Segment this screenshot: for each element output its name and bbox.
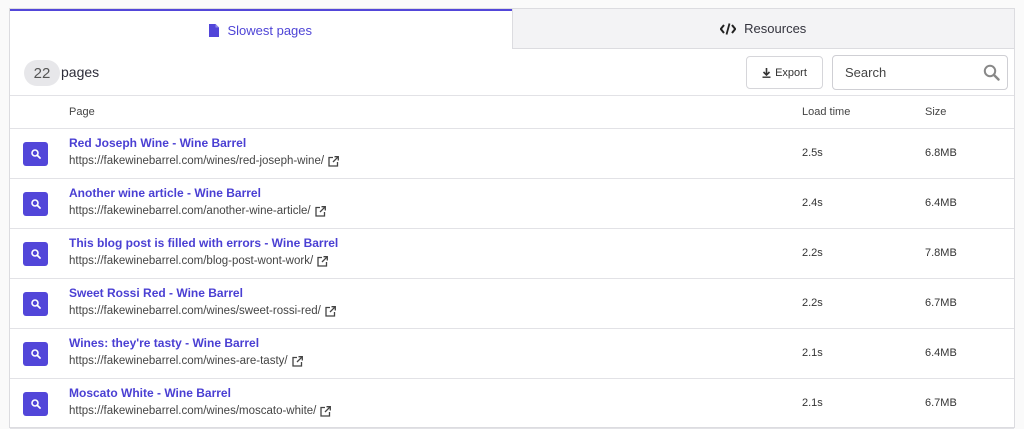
download-icon xyxy=(762,67,771,78)
page-url: https://fakewinebarrel.com/wines/sweet-r… xyxy=(69,305,336,317)
page-url-text: https://fakewinebarrel.com/another-wine-… xyxy=(69,205,311,217)
size-cell: 6.4MB xyxy=(925,347,957,359)
page-url-text: https://fakewinebarrel.com/blog-post-won… xyxy=(69,255,314,267)
tab-label: Slowest pages xyxy=(227,22,313,38)
tab-bar: Slowest pages Resources xyxy=(10,9,1014,49)
external-link-icon[interactable] xyxy=(328,155,339,167)
load-time-cell: 2.2s xyxy=(802,297,823,309)
page-url-text: https://fakewinebarrel.com/wines-are-tas… xyxy=(69,355,288,367)
search-icon xyxy=(30,399,41,409)
table-row: Another wine article - Wine Barrel https… xyxy=(10,179,1014,229)
page-url: https://fakewinebarrel.com/blog-post-won… xyxy=(69,255,329,267)
load-time-cell: 2.2s xyxy=(802,247,823,259)
column-header-page: Page xyxy=(69,106,95,118)
export-label: Export xyxy=(775,66,807,79)
document-icon xyxy=(209,23,220,37)
external-link-icon[interactable] xyxy=(291,355,303,367)
page-url-text: https://fakewinebarrel.com/wines/red-jos… xyxy=(69,155,325,167)
page-title-link[interactable]: This blog post is filled with errors - W… xyxy=(69,236,338,250)
page-title-link[interactable]: Moscato White - Wine Barrel xyxy=(69,386,231,400)
page-url: https://fakewinebarrel.com/wines/moscato… xyxy=(69,405,332,417)
search-icon xyxy=(30,149,41,159)
inspect-button[interactable] xyxy=(23,242,48,266)
load-time-cell: 2.4s xyxy=(802,197,823,209)
page-title-link[interactable]: Another wine article - Wine Barrel xyxy=(69,186,261,200)
page-url: https://fakewinebarrel.com/wines-are-tas… xyxy=(69,355,303,367)
external-link-icon[interactable] xyxy=(317,255,329,267)
inspect-button[interactable] xyxy=(23,392,48,416)
search-input[interactable] xyxy=(833,56,985,89)
search-box xyxy=(832,55,1008,90)
page-url-text: https://fakewinebarrel.com/wines/sweet-r… xyxy=(69,305,321,317)
export-button[interactable]: Export xyxy=(746,56,823,89)
code-icon xyxy=(720,22,737,35)
tab-label: Resources xyxy=(744,21,807,36)
search-icon[interactable] xyxy=(983,64,1000,81)
page-title-link[interactable]: Wines: they're tasty - Wine Barrel xyxy=(69,336,259,350)
page-title-link[interactable]: Sweet Rossi Red - Wine Barrel xyxy=(69,286,243,300)
table-row: Red Joseph Wine - Wine Barrel https://fa… xyxy=(10,129,1014,179)
column-header-load-time: Load time xyxy=(802,106,851,118)
page-title-link[interactable]: Red Joseph Wine - Wine Barrel xyxy=(69,136,246,150)
size-cell: 6.7MB xyxy=(925,397,957,409)
inspect-button[interactable] xyxy=(23,342,48,366)
page-url: https://fakewinebarrel.com/another-wine-… xyxy=(69,205,326,217)
table-row: Sweet Rossi Red - Wine Barrel https://fa… xyxy=(10,279,1014,329)
page-count-badge: 22 xyxy=(24,60,60,86)
load-time-cell: 2.5s xyxy=(802,147,823,159)
external-link-icon[interactable] xyxy=(325,305,336,317)
page-url: https://fakewinebarrel.com/wines/red-jos… xyxy=(69,155,339,167)
search-icon xyxy=(30,249,41,259)
search-icon xyxy=(30,349,41,359)
inspect-button[interactable] xyxy=(23,142,48,166)
size-cell: 7.8MB xyxy=(925,247,957,259)
table-header: Page Load time Size xyxy=(10,96,1014,129)
size-cell: 6.7MB xyxy=(925,297,957,309)
table-body: Red Joseph Wine - Wine Barrel https://fa… xyxy=(10,129,1014,429)
tab-slowest-pages[interactable]: Slowest pages xyxy=(10,9,512,49)
search-icon xyxy=(30,199,41,209)
search-icon xyxy=(30,299,41,309)
inspect-button[interactable] xyxy=(23,192,48,216)
column-header-size: Size xyxy=(925,106,947,118)
size-cell: 6.4MB xyxy=(925,197,957,209)
inspect-button[interactable] xyxy=(23,292,48,316)
tab-resources[interactable]: Resources xyxy=(511,9,1014,49)
page-url-text: https://fakewinebarrel.com/wines/moscato… xyxy=(69,405,317,417)
slowest-pages-panel: Slowest pages Resources 22 pages Export xyxy=(9,8,1015,429)
page-count-label: pages xyxy=(61,64,100,80)
toolbar: 22 pages Export xyxy=(10,49,1014,96)
table-row: This blog post is filled with errors - W… xyxy=(10,229,1014,279)
external-link-icon[interactable] xyxy=(320,405,332,417)
load-time-cell: 2.1s xyxy=(802,347,823,359)
size-cell: 6.8MB xyxy=(925,147,957,159)
load-time-cell: 2.1s xyxy=(802,397,823,409)
table-row: Moscato White - Wine Barrel https://fake… xyxy=(10,379,1014,429)
external-link-icon[interactable] xyxy=(314,205,326,217)
table-row: Wines: they're tasty - Wine Barrel https… xyxy=(10,329,1014,379)
